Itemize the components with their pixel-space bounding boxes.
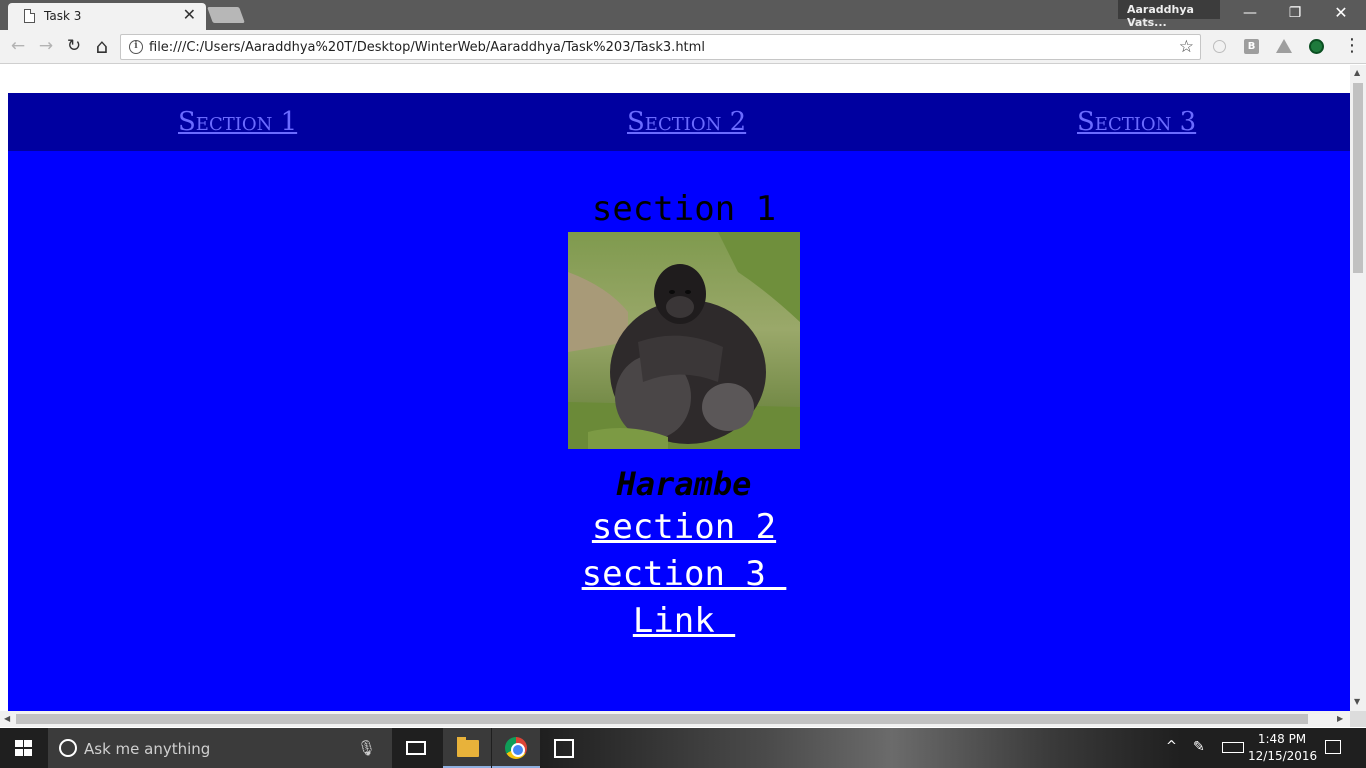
restore-button[interactable]: ❐: [1284, 4, 1306, 22]
horizontal-scroll-thumb[interactable]: [16, 714, 1308, 724]
circle-extension-icon[interactable]: [1213, 40, 1226, 53]
link-section-3[interactable]: section 3: [564, 551, 804, 598]
system-clock[interactable]: 1:48 PM 12/15/2016: [1248, 731, 1318, 765]
microphone-icon[interactable]: 🎙: [357, 739, 376, 757]
windows-taskbar: Ask me anything 🎙 ^ ✎ 1:48 PM 12/15/2016: [0, 728, 1366, 768]
cortana-icon: [59, 739, 77, 757]
section-content: section 1 Harambe section 2 section 3 Li…: [564, 189, 804, 645]
search-placeholder: Ask me anything: [84, 740, 211, 758]
page-favicon-icon: [24, 9, 35, 23]
link-section-2[interactable]: section 2: [564, 504, 804, 551]
close-window-button[interactable]: ✕: [1330, 4, 1352, 22]
taskbar-wallpaper-peek: [540, 728, 1180, 768]
minimize-button[interactable]: —: [1239, 4, 1261, 22]
nav-link-section-2[interactable]: Section 2: [627, 107, 746, 137]
gorilla-photo: [568, 232, 800, 449]
forward-icon[interactable]: →: [35, 35, 57, 57]
chrome-icon: [505, 737, 527, 759]
section-heading: section 1: [591, 189, 777, 229]
clock-time: 1:48 PM: [1257, 732, 1307, 746]
profile-button[interactable]: Aaraddhya Vats...: [1118, 0, 1220, 29]
vertical-scrollbar[interactable]: ▲ ▼: [1350, 65, 1366, 711]
site-info-icon[interactable]: i: [129, 40, 143, 54]
clock-date: 12/15/2016: [1248, 749, 1318, 763]
url-text[interactable]: file:///C:/Users/Aaraddhya%20T/Desktop/W…: [149, 40, 705, 55]
address-bar[interactable]: i file:///C:/Users/Aaraddhya%20T/Desktop…: [120, 34, 1201, 60]
windows-logo-icon: [15, 740, 32, 756]
green-circle-extension-icon[interactable]: [1309, 39, 1324, 54]
back-icon[interactable]: ←: [7, 35, 29, 57]
tray-chevron-icon[interactable]: ^: [1166, 739, 1177, 754]
scroll-up-icon[interactable]: ▲: [1354, 68, 1360, 77]
link-generic[interactable]: Link: [564, 598, 804, 645]
horizontal-scrollbar[interactable]: ◀ ▶: [0, 711, 1350, 727]
browser-tab[interactable]: Task 3 ✕: [8, 3, 206, 30]
browser-toolbar: ← → ↻ ⌂ i file:///C:/Users/Aaraddhya%20T…: [0, 30, 1366, 64]
reload-icon[interactable]: ↻: [63, 35, 85, 57]
drive-icon[interactable]: [1276, 39, 1292, 53]
scroll-down-icon[interactable]: ▼: [1354, 697, 1360, 706]
store-icon[interactable]: [554, 739, 574, 758]
tab-close-icon[interactable]: ✕: [183, 6, 196, 24]
home-icon[interactable]: ⌂: [91, 35, 113, 57]
keyboard-icon[interactable]: [1222, 742, 1244, 753]
nav-link-section-1[interactable]: Section 1: [178, 107, 297, 137]
browser-title-bar: Task 3 ✕ Aaraddhya Vats... — ❐ ✕: [0, 0, 1366, 30]
section-1-area: section 1 Harambe section 2 section 3 Li…: [8, 151, 1350, 711]
photo-caption: Harambe: [616, 465, 752, 503]
vertical-scroll-thumb[interactable]: [1353, 83, 1363, 273]
b-extension-icon[interactable]: B: [1244, 39, 1259, 54]
new-tab-button[interactable]: [207, 7, 245, 23]
scroll-left-icon[interactable]: ◀: [4, 714, 10, 723]
nav-link-section-3[interactable]: Section 3: [1077, 107, 1196, 137]
section-nav-bar: Section 1 Section 2 Section 3: [8, 93, 1350, 151]
pen-icon[interactable]: ✎: [1193, 739, 1205, 755]
task-view-icon[interactable]: [406, 741, 426, 755]
folder-icon: [457, 737, 479, 757]
menu-icon[interactable]: ⋮: [1341, 35, 1363, 57]
scrollbar-corner: [1350, 711, 1366, 727]
scroll-right-icon[interactable]: ▶: [1337, 714, 1343, 723]
cortana-search-box[interactable]: Ask me anything 🎙: [48, 728, 392, 768]
start-button[interactable]: [0, 728, 48, 768]
page-viewport: Section 1 Section 2 Section 3 section 1: [0, 65, 1350, 711]
tab-title: Task 3: [44, 9, 82, 23]
bookmark-star-icon[interactable]: ☆: [1179, 37, 1194, 57]
action-center-icon[interactable]: [1325, 740, 1341, 754]
